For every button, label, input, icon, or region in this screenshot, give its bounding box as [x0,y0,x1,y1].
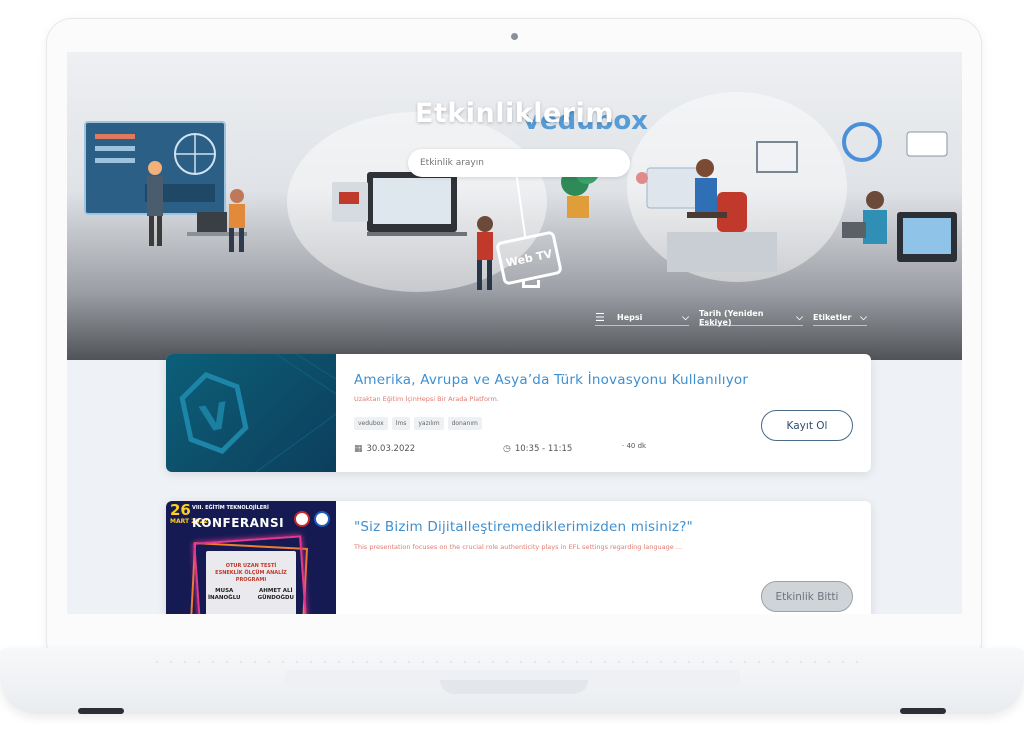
speaker-first-name: AHMET ALİ [259,588,293,594]
event-subtitle: This presentation focuses on the crucial… [354,543,683,551]
speaker-last-name: İNANOĞLU [208,595,241,601]
institution-logo-icon [314,511,330,527]
event-subtitle: Uzaktan Eğitim İçinHepsi Bir Arada Platf… [354,395,499,403]
event-date: ▦ 30.03.2022 [354,444,415,454]
speaker: MUSA İNANOĞLU [208,588,240,602]
webcam-icon [511,33,518,40]
speaker: AHMET ALİ GÜNDOĞDU [258,588,294,602]
event-date-text: 30.03.2022 [366,444,416,454]
search-input[interactable] [408,149,630,177]
poster-line: PROGRAMI [235,577,267,583]
category-filter-label: Hepsi [617,313,643,322]
sliders-icon: ☰ [595,310,605,324]
keyboard-grille [150,659,870,665]
web-tv-stand-icon [522,280,540,288]
filter-bar: ☰ Hepsi ⌵ Tarih (Yeniden Eskiye) ⌵ Etike… [595,308,867,327]
event-thumbnail: V [166,354,337,472]
hero-banner: vedubox Etkinliklerim Web TV ☰ Hepsi ⌵ T… [67,52,962,360]
event-card[interactable]: V Amerika, Avrupa ve Asya’da Türk İnovas… [166,354,871,472]
category-filter[interactable]: ☰ Hepsi ⌵ [595,310,689,326]
event-title[interactable]: "Siz Bizim Dijitalleştiremediklerimizden… [354,519,693,535]
laptop-foot-right [900,708,946,714]
event-title[interactable]: Amerika, Avrupa ve Asya’da Türk İnovasyo… [354,372,748,388]
sort-filter-label: Tarih (Yeniden Eskiye) [699,308,764,327]
institution-logo-icon [294,511,310,527]
clock-icon: ◷ [503,444,511,454]
poster-subheading: VIII. EĞİTİM TEKNOLOJİLERİ [192,505,269,511]
tag[interactable]: donanım [447,417,482,430]
laptop-notch [440,680,588,694]
poster-speakers: MUSA İNANOĞLU AHMET ALİ GÜNDOĞDU [208,588,294,602]
chevron-down-icon: ⌵ [682,312,689,323]
tag[interactable]: yazılım [414,417,444,430]
tag[interactable]: vedubox [354,417,388,430]
sort-filter[interactable]: Tarih (Yeniden Eskiye) ⌵ [699,308,803,327]
web-tv-label: Web TV [504,246,554,270]
tag[interactable]: lms [391,417,411,430]
speaker-last-name: GÜNDOĞDU [257,595,294,601]
tags-filter[interactable]: Etiketler ⌵ [813,310,867,326]
tag-list: vedubox lms yazılım donanım [354,417,482,430]
register-button[interactable]: Kayıt Ol [761,410,853,441]
laptop-foot-left [78,708,124,714]
event-time-text: 10:35 - 11:15 [514,444,573,454]
page-title: Etkinliklerim [414,98,615,129]
poster-heading: KONFERANSI [192,516,285,530]
poster-day: 26 [170,501,191,519]
calendar-icon: ▦ [354,444,363,454]
chevron-down-icon: ⌵ [796,312,803,323]
event-time: ◷ 10:35 - 11:15 [503,444,572,454]
chevron-down-icon: ⌵ [860,312,867,323]
svg-text:V: V [197,395,233,441]
tags-filter-label: Etiketler [813,313,852,322]
event-card[interactable]: 26 MART 2022 VIII. EĞİTİM TEKNOLOJİLERİ … [166,501,871,614]
poster-line: OTUR UZAN TESTİ [225,563,277,569]
poster-line: ESNEKLİK ÖLÇÜM ANALİZ [215,570,287,576]
event-poster: 26 MART 2022 VIII. EĞİTİM TEKNOLOJİLERİ … [166,501,336,614]
vedubox-logo-icon: V [179,354,337,472]
event-ended-button[interactable]: Etkinlik Bitti [761,581,853,612]
screen: vedubox Etkinliklerim Web TV ☰ Hepsi ⌵ T… [67,52,962,614]
event-duration: · 40 dk [622,442,647,450]
speaker-first-name: MUSA [215,588,234,594]
